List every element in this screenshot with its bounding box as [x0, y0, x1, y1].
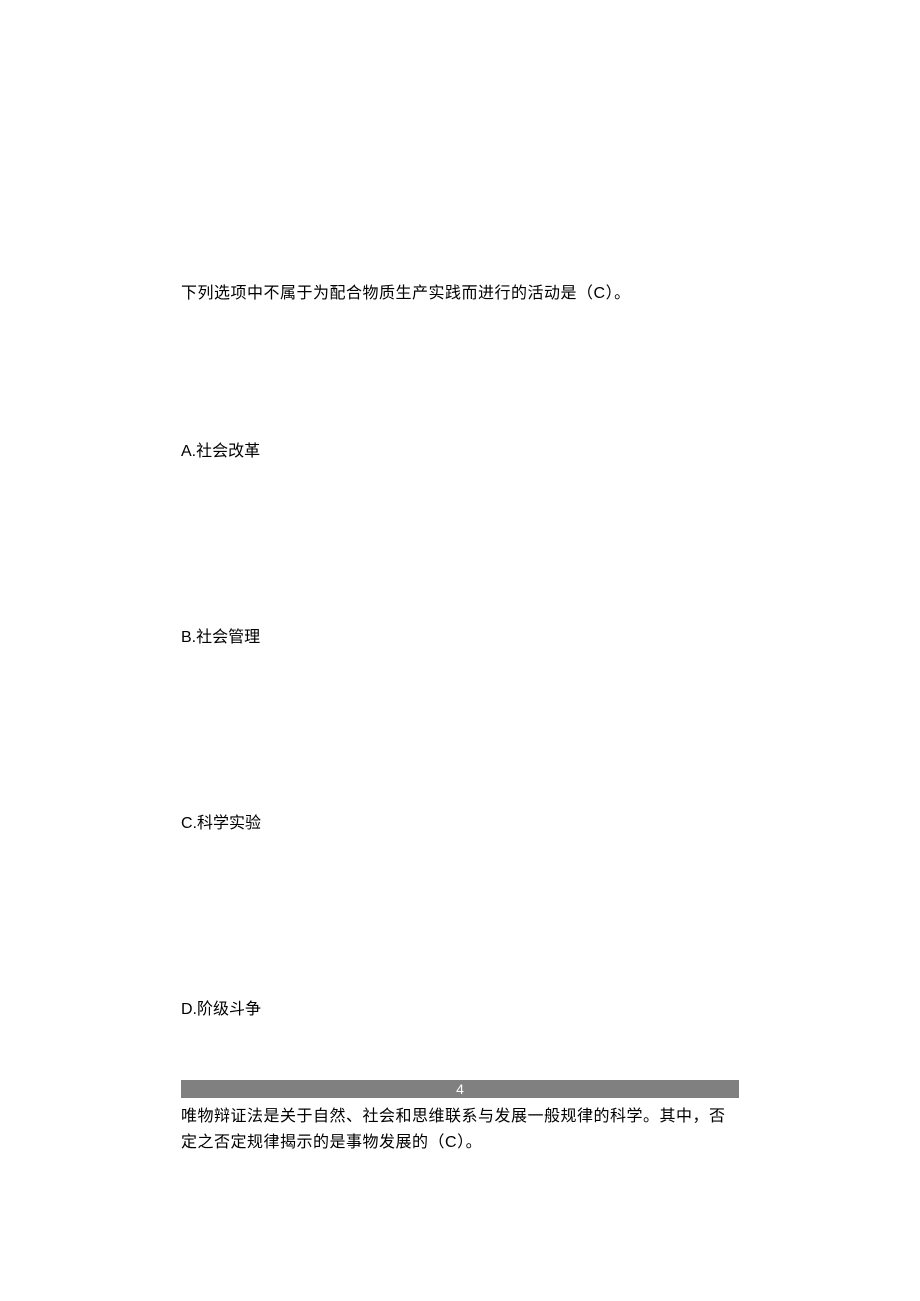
question-3-text: 下列选项中不属于为配合物质生产实践而进行的活动是（C）。 — [181, 282, 739, 306]
question-divider: 4 — [181, 1080, 739, 1098]
option-b: B.社会管理 — [181, 626, 739, 650]
option-d-prefix: D. — [181, 1001, 197, 1018]
option-b-text: 社会管理 — [196, 629, 260, 646]
option-d-text: 阶级斗争 — [197, 1001, 261, 1018]
option-a: A.社会改革 — [181, 440, 739, 464]
question-4-text: 唯物辩证法是关于自然、社会和思维联系与发展一般规律的科学。其中，否定之否定规律揭… — [181, 1104, 739, 1155]
option-a-prefix: A. — [181, 443, 196, 460]
option-c-text: 科学实验 — [197, 815, 261, 832]
question-4-stem-part2: ）。 — [457, 1134, 482, 1151]
question-3-answer: C — [594, 285, 606, 302]
option-b-prefix: B. — [181, 629, 196, 646]
option-c: C.科学实验 — [181, 812, 739, 836]
document-content: 下列选项中不属于为配合物质生产实践而进行的活动是（C）。 A.社会改革 B.社会… — [181, 282, 739, 1155]
option-a-text: 社会改革 — [196, 443, 260, 460]
question-4-answer: C — [445, 1134, 457, 1151]
question-3-stem-part1: 下列选项中不属于为配合物质生产实践而进行的活动是（ — [181, 285, 594, 302]
question-number-4: 4 — [456, 1081, 464, 1097]
option-c-prefix: C. — [181, 815, 197, 832]
option-d: D.阶级斗争 — [181, 998, 739, 1022]
question-3-stem-part2: ）。 — [606, 285, 631, 302]
